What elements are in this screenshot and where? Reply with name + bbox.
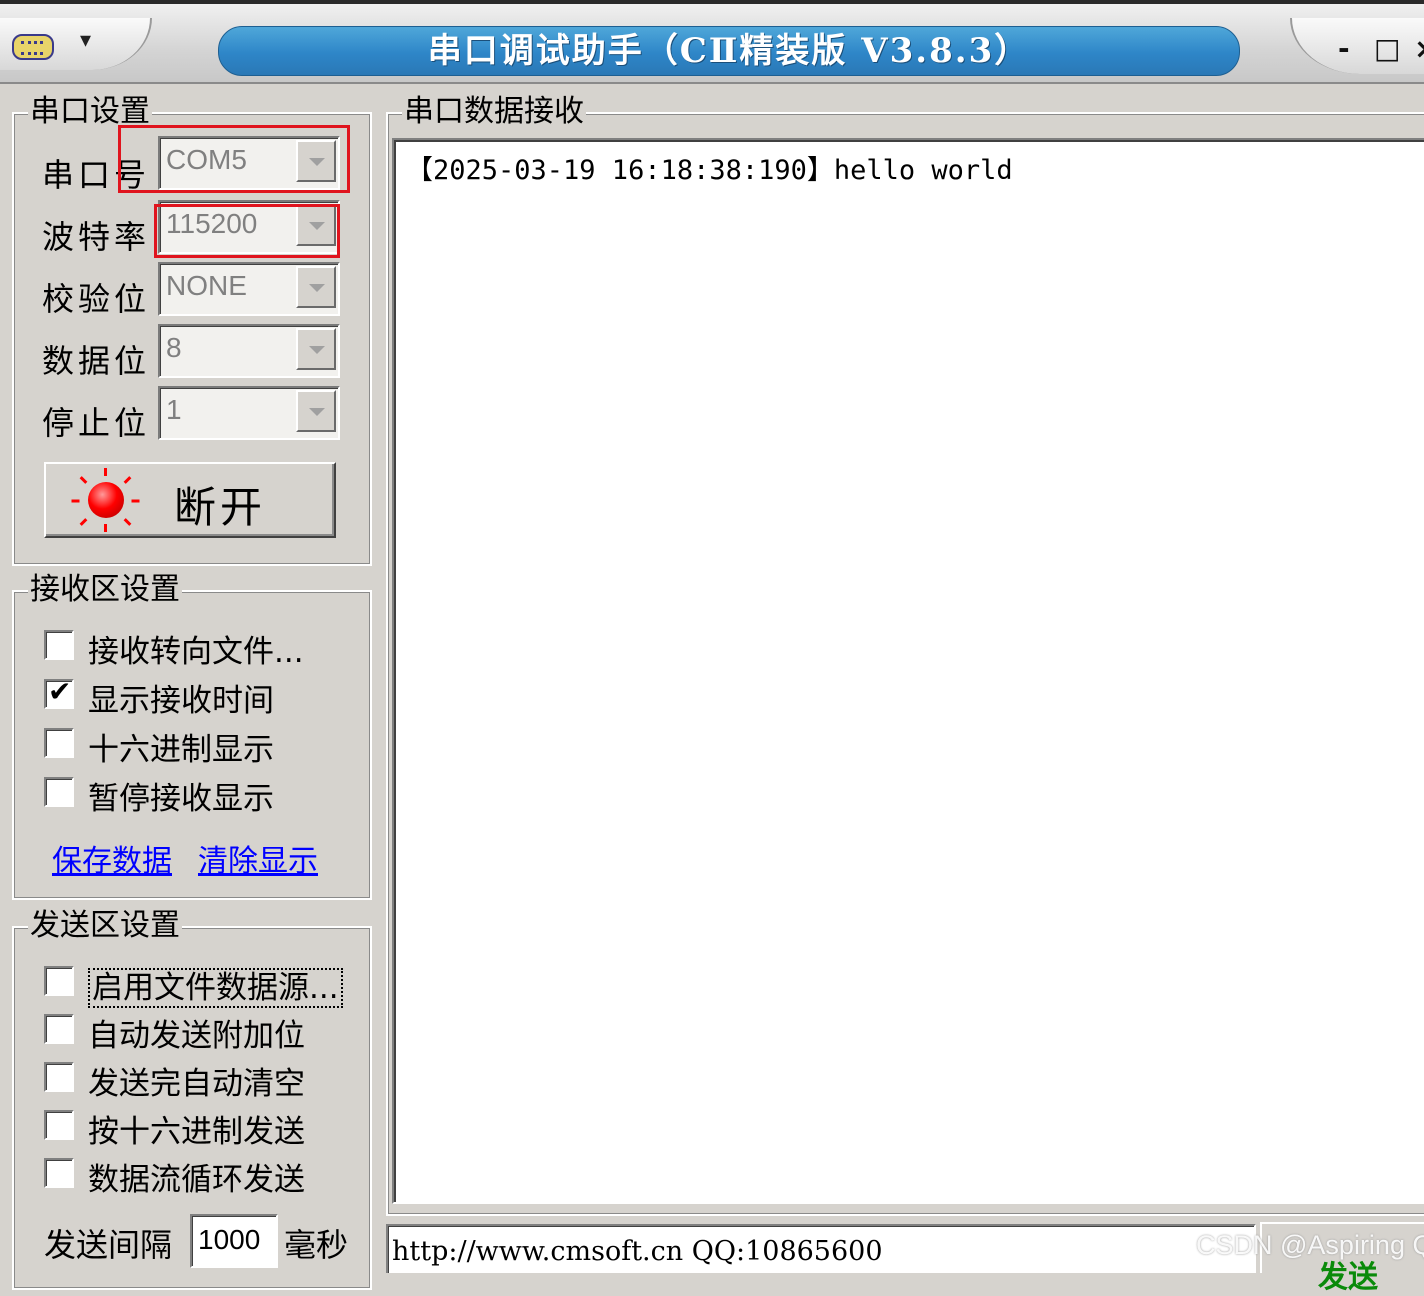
- checkbox-label[interactable]: 自动发送附加位: [88, 1010, 305, 1055]
- stopbits-label: 停止位: [42, 404, 151, 442]
- checkbox-label-text: 数据流循环发送: [88, 1162, 305, 1198]
- interval-unit: 毫秒: [284, 1226, 349, 1264]
- checkbox[interactable]: [44, 1014, 74, 1044]
- checkbox[interactable]: [44, 1062, 74, 1092]
- stopbits-select[interactable]: 1: [158, 386, 340, 440]
- parity-value: NONE: [166, 270, 247, 301]
- checkbox-label[interactable]: 十六进制显示: [88, 724, 274, 769]
- checkbox-label[interactable]: 暂停接收显示: [88, 773, 274, 818]
- led-ray: [123, 476, 132, 484]
- databits-label: 数据位: [42, 342, 151, 380]
- chevron-down-icon[interactable]: [296, 328, 336, 370]
- checkbox[interactable]: [44, 777, 74, 807]
- receive-area-legend: 串口数据接收: [402, 94, 586, 130]
- parity-label: 校验位: [42, 280, 151, 318]
- led-ray: [104, 468, 107, 476]
- disconnect-button[interactable]: 断开: [44, 462, 336, 538]
- baud-label: 波特率: [42, 218, 151, 256]
- checkbox-label-text: 接收转向文件...: [88, 634, 304, 670]
- led-ray: [79, 518, 88, 526]
- checkbox-label[interactable]: 数据流循环发送: [88, 1154, 305, 1199]
- checkbox-label-text: 显示接收时间: [88, 683, 274, 719]
- system-menu[interactable]: ▾: [0, 18, 152, 70]
- receive-textarea[interactable]: 【2025-03-19 16:18:38:190】hello world: [392, 138, 1424, 1204]
- disconnect-label: 断开: [174, 483, 267, 532]
- led-ray: [123, 518, 132, 526]
- led-ray: [131, 499, 140, 503]
- check-icon: ✔: [48, 675, 72, 708]
- checkbox-label-text: 暂停接收显示: [88, 781, 274, 817]
- send-input[interactable]: http://www.cmsoft.cn QQ:10865600: [386, 1224, 1256, 1273]
- led-ray: [71, 499, 80, 503]
- chevron-down-icon[interactable]: [296, 266, 336, 308]
- serial-port-icon: [12, 34, 54, 60]
- highlight-box-baud: [154, 204, 340, 258]
- title-bar: ▾ 串口调试助手（CⅡ精装版 V3.8.3） - □ ×: [0, 0, 1424, 84]
- save-data-link[interactable]: 保存数据: [52, 836, 172, 880]
- checkbox-label[interactable]: 发送完自动清空: [88, 1058, 305, 1103]
- chevron-down-icon[interactable]: [296, 390, 336, 432]
- checkbox[interactable]: ✔: [44, 675, 74, 709]
- title-pill: 串口调试助手（CⅡ精装版 V3.8.3）: [218, 26, 1240, 76]
- checkbox-label[interactable]: 显示接收时间: [88, 675, 274, 720]
- checkbox[interactable]: [44, 728, 74, 758]
- checkbox[interactable]: [44, 1158, 74, 1188]
- checkbox[interactable]: [44, 1110, 74, 1140]
- receive-settings-legend: 接收区设置: [28, 572, 182, 608]
- checkbox-label[interactable]: 按十六进制发送: [88, 1106, 305, 1151]
- databits-value: 8: [166, 332, 182, 363]
- checkbox-label-text: 自动发送附加位: [88, 1018, 305, 1054]
- status-text: http://www.cmsoft.cn QQ:10865600: [392, 1236, 883, 1267]
- close-button[interactable]: ×: [1414, 32, 1424, 65]
- led-ray: [79, 476, 88, 484]
- interval-input[interactable]: 1000: [190, 1214, 278, 1268]
- led-ray: [104, 524, 107, 532]
- window-title: 串口调试助手（CⅡ精装版 V3.8.3）: [427, 31, 1031, 71]
- interval-label: 发送间隔: [44, 1226, 173, 1264]
- checkbox[interactable]: [44, 966, 74, 996]
- stopbits-value: 1: [166, 394, 182, 425]
- highlight-box-port: [118, 125, 350, 193]
- checkbox-label[interactable]: 接收转向文件...: [88, 626, 304, 671]
- checkbox-label-text: 十六进制显示: [88, 732, 274, 768]
- clear-display-link[interactable]: 清除显示: [198, 836, 318, 880]
- minimize-button[interactable]: -: [1338, 32, 1350, 65]
- checkbox-label-text: 启用文件数据源...: [88, 968, 343, 1008]
- status-led-icon: [88, 482, 124, 518]
- window-controls: - □ ×: [1290, 18, 1424, 74]
- checkbox-label-text: 按十六进制发送: [88, 1114, 305, 1150]
- maximize-button[interactable]: □: [1374, 32, 1400, 65]
- checkbox[interactable]: [44, 630, 74, 660]
- interval-value: 1000: [198, 1224, 261, 1255]
- watermark: CSDN @Aspiring Q: [1196, 1230, 1424, 1260]
- receive-line: 【2025-03-19 16:18:38:190】hello world: [406, 155, 1013, 186]
- send-settings-legend: 发送区设置: [28, 908, 182, 944]
- databits-select[interactable]: 8: [158, 324, 340, 378]
- checkbox-label-text: 发送完自动清空: [88, 1066, 305, 1102]
- parity-select[interactable]: NONE: [158, 262, 340, 316]
- chevron-down-icon[interactable]: ▾: [80, 28, 91, 53]
- checkbox-label[interactable]: 启用文件数据源...: [88, 962, 343, 1008]
